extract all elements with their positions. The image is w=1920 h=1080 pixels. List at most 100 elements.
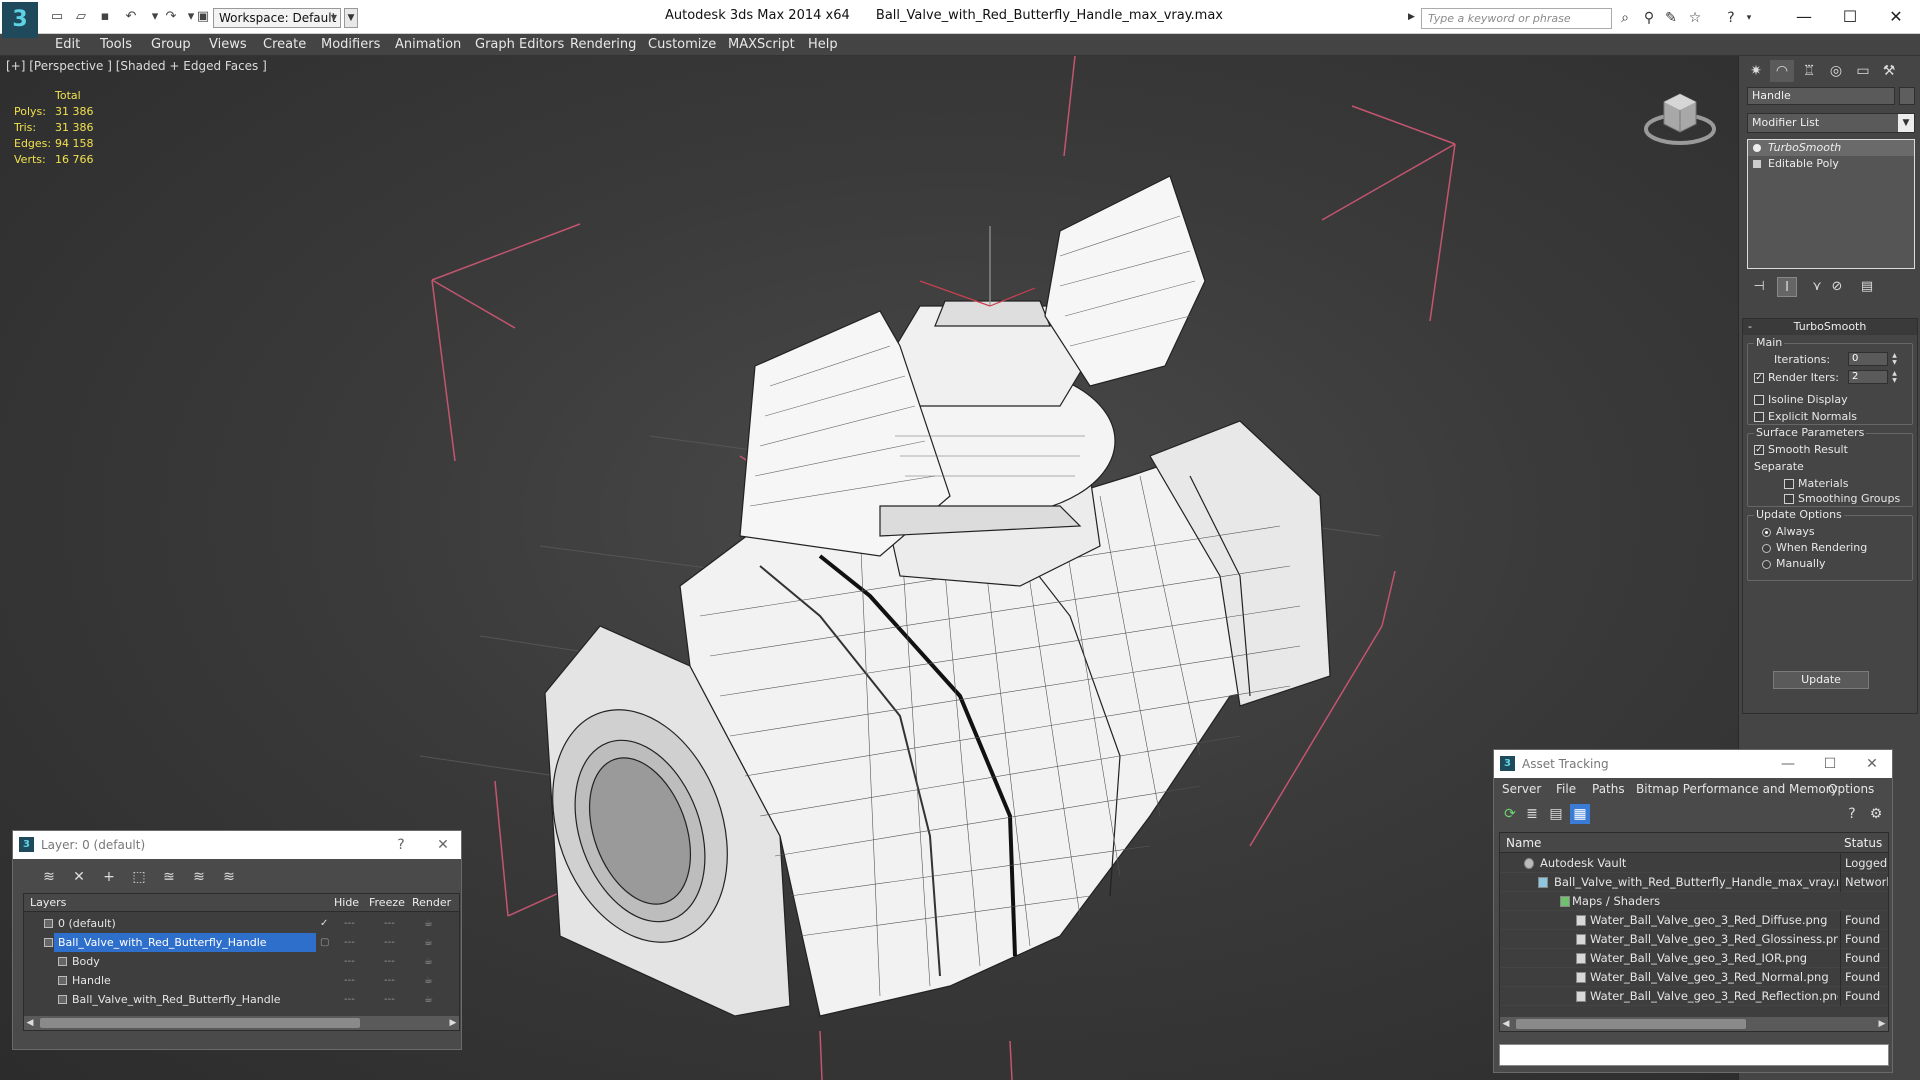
manually-radio[interactable] [1762, 560, 1771, 569]
communication-center-icon[interactable]: ⚲ [1640, 10, 1658, 26]
lightbulb-icon[interactable] [1753, 144, 1761, 152]
scroll-thumb[interactable] [1516, 1019, 1746, 1029]
menu-bitmap-performance[interactable]: Bitmap Performance and Memory [1636, 782, 1838, 796]
always-radio[interactable] [1762, 528, 1771, 537]
menu-views[interactable]: Views [209, 34, 247, 56]
column-header-status[interactable]: Status [1844, 836, 1882, 850]
render-teapot-icon[interactable]: ☕ [424, 990, 433, 1009]
object-name-field[interactable]: Handle [1747, 87, 1895, 105]
table-row[interactable]: Water_Ball_Valve_geo_3_Red_Diffuse.png F… [1500, 911, 1888, 930]
object-color-swatch[interactable] [1899, 87, 1915, 105]
table-view-icon[interactable]: ▦ [1570, 804, 1590, 824]
scroll-right-icon[interactable]: ▶ [447, 1016, 459, 1030]
delete-layer-icon[interactable]: ✕ [69, 867, 89, 887]
refresh-icon[interactable]: ⟳ [1500, 804, 1520, 824]
smooth-result-checkbox[interactable]: ✓ [1754, 445, 1764, 455]
undo-icon[interactable]: ↶ [122, 9, 140, 25]
favorites-star-icon[interactable]: ☆ [1686, 10, 1704, 26]
hierarchy-tab-icon[interactable]: ♖ [1797, 60, 1821, 82]
menu-group[interactable]: Group [151, 34, 191, 56]
settings-icon[interactable]: ⚙ [1866, 804, 1886, 824]
freeze-all-icon[interactable]: ≋ [219, 867, 239, 887]
menu-rendering[interactable]: Rendering [570, 34, 636, 56]
project-folder-icon[interactable]: ▣ [194, 9, 212, 25]
binoculars-icon[interactable]: ⌕ [1616, 10, 1634, 26]
hide-toggle[interactable]: --- [344, 990, 355, 1009]
render-iters-checkbox[interactable]: ✓ [1754, 373, 1764, 383]
hide-all-icon[interactable]: ≋ [189, 867, 209, 887]
help-icon[interactable]: ? [1722, 10, 1740, 26]
active-layer-box-icon[interactable]: ▢ [320, 933, 329, 952]
render-iters-spinner[interactable]: 2 [1848, 370, 1888, 384]
menu-create[interactable]: Create [263, 34, 306, 56]
menu-server[interactable]: Server [1502, 782, 1541, 796]
highlight-layer-icon[interactable]: ≊ [159, 867, 179, 887]
column-header-render[interactable]: Render [412, 896, 451, 909]
iterations-spinner[interactable]: 0 [1848, 352, 1888, 366]
column-header-layers[interactable]: Layers [30, 896, 66, 909]
dialog-title-bar[interactable]: 3 Layer: 0 (default) ? ✕ [13, 831, 461, 859]
hide-toggle[interactable]: --- [344, 952, 355, 971]
menu-tools[interactable]: Tools [100, 34, 132, 56]
isoline-display-checkbox[interactable] [1754, 395, 1764, 405]
maximize-button[interactable]: ☐ [1830, 5, 1870, 29]
hide-toggle[interactable]: --- [344, 914, 355, 933]
table-row[interactable]: Ball_Valve_with_Red_Butterfly_Handle_max… [1500, 873, 1888, 892]
table-row[interactable]: Autodesk Vault Logged O [1500, 854, 1888, 873]
subscription-icon[interactable]: ✎ [1662, 10, 1680, 26]
column-header-hide[interactable]: Hide [334, 896, 359, 909]
spinner-arrows-icon[interactable]: ▲ ▼ [1890, 352, 1899, 366]
menu-paths[interactable]: Paths [1592, 782, 1625, 796]
menu-customize[interactable]: Customize [648, 34, 716, 56]
menu-options[interactable]: Options [1828, 782, 1874, 796]
new-layer-icon[interactable]: ≋ [39, 867, 59, 887]
table-row[interactable]: Water_Ball_Valve_geo_3_Red_Glossiness.pn… [1500, 930, 1888, 949]
minimize-button[interactable]: — [1784, 5, 1824, 29]
modifier-list-dropdown[interactable]: Modifier List ▼ [1747, 113, 1915, 133]
motion-tab-icon[interactable]: ◎ [1824, 60, 1848, 82]
dialog-title-bar[interactable]: 3 Asset Tracking — ☐ ✕ [1494, 750, 1892, 778]
rollout-header[interactable]: - TurboSmooth [1743, 319, 1917, 335]
column-header-freeze[interactable]: Freeze [369, 896, 405, 909]
menu-animation[interactable]: Animation [395, 34, 461, 56]
remove-modifier-icon[interactable]: ⊘ [1827, 277, 1847, 297]
table-row[interactable]: Ball_Valve_with_Red_Butterfly_Handle ▢ -… [24, 933, 459, 952]
table-row[interactable]: Handle --- --- ☕ [24, 971, 459, 990]
scroll-right-icon[interactable]: ▶ [1876, 1017, 1888, 1031]
expand-plus-icon[interactable] [1753, 160, 1761, 168]
stack-item-editable-poly[interactable]: Editable Poly [1748, 156, 1914, 172]
table-row[interactable]: Water_Ball_Valve_geo_3_Red_Normal.png Fo… [1500, 968, 1888, 987]
help-dropdown-icon[interactable]: ▾ [1740, 10, 1758, 26]
new-file-icon[interactable]: ▭ [48, 9, 66, 25]
close-icon[interactable]: ✕ [1860, 754, 1884, 774]
scroll-left-icon[interactable]: ◀ [1500, 1017, 1512, 1031]
menu-help[interactable]: Help [808, 34, 838, 56]
table-row[interactable]: Body --- --- ☕ [24, 952, 459, 971]
smoothing-groups-checkbox[interactable] [1784, 494, 1794, 504]
create-tab-icon[interactable]: ✷ [1744, 60, 1768, 82]
freeze-toggle[interactable]: --- [384, 933, 395, 952]
materials-checkbox[interactable] [1784, 479, 1794, 489]
configure-modifier-sets-icon[interactable]: ▤ [1857, 277, 1877, 297]
table-row[interactable]: Water_Ball_Valve_geo_3_Red_Reflection.pn… [1500, 987, 1888, 1006]
table-row[interactable]: Maps / Shaders [1500, 892, 1888, 911]
open-file-icon[interactable]: ▱ [72, 9, 90, 25]
scroll-left-icon[interactable]: ◀ [24, 1016, 36, 1030]
render-teapot-icon[interactable]: ☕ [424, 952, 433, 971]
stack-item-turbosmooth[interactable]: TurboSmooth [1748, 140, 1914, 156]
render-teapot-icon[interactable]: ☕ [424, 971, 433, 990]
menu-file[interactable]: File [1556, 782, 1576, 796]
app-logo-icon[interactable]: 3 [2, 2, 38, 38]
asset-path-field[interactable] [1499, 1044, 1889, 1066]
viewcube-icon[interactable] [1640, 84, 1720, 154]
scroll-thumb[interactable] [40, 1018, 360, 1028]
minimize-button[interactable]: — [1776, 754, 1800, 774]
table-row[interactable]: 0 (default) ✓ --- --- ☕ [24, 914, 459, 933]
tree-view-icon[interactable]: ▤ [1546, 804, 1566, 824]
horizontal-scrollbar[interactable]: ◀ ▶ [1500, 1017, 1888, 1031]
render-teapot-icon[interactable]: ☕ [424, 914, 433, 933]
table-row[interactable]: Water_Ball_Valve_geo_3_Red_IOR.png Found [1500, 949, 1888, 968]
utilities-tab-icon[interactable]: ⚒ [1877, 60, 1901, 82]
pin-stack-icon[interactable]: ⊣ [1749, 277, 1769, 297]
freeze-toggle[interactable]: --- [384, 971, 395, 990]
